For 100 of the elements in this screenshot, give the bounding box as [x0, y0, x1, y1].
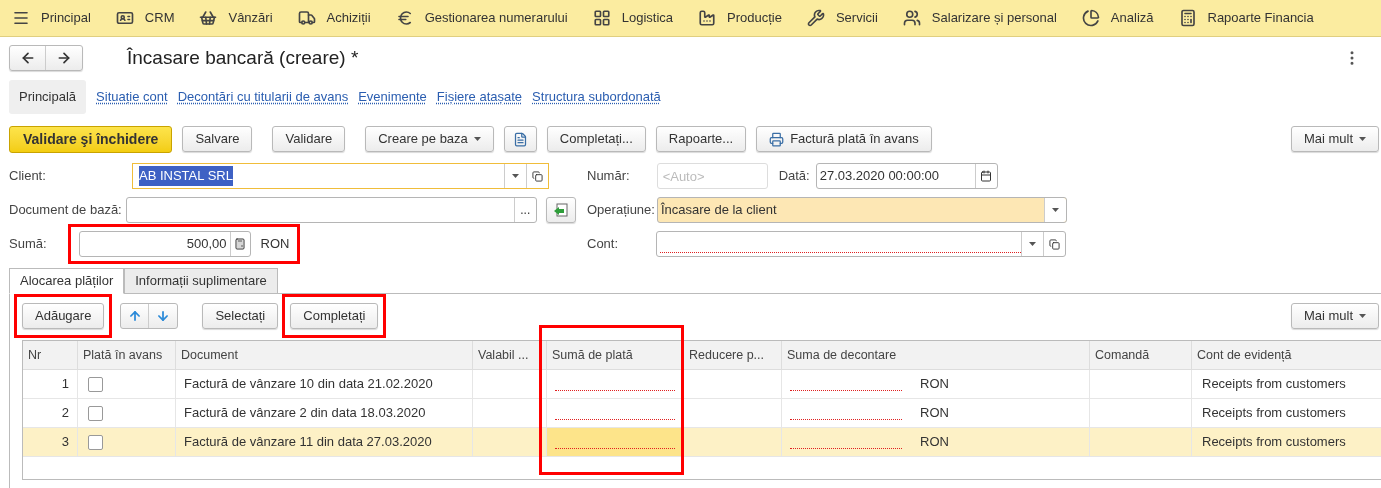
forward-arrow-icon — [56, 50, 72, 66]
section-link[interactable]: Fișiere atașate — [436, 87, 523, 107]
client-field[interactable]: AB INSTAL SRL — [132, 163, 549, 189]
field-value: 27.03.2020 00:00:00 — [819, 167, 939, 186]
dropdown-button[interactable]: Creare pe baza — [365, 126, 494, 152]
column-header[interactable]: Valabil ... — [473, 341, 547, 369]
printer-icon — [769, 131, 785, 147]
menu-item[interactable]: Principal — [12, 8, 91, 28]
table-cell-text: Factură de vânzare 2 din data 18.03.2020 — [184, 404, 426, 423]
id-card-icon — [115, 9, 134, 27]
menu-item[interactable]: Achiziții — [297, 8, 371, 28]
table-cell-text: RON — [920, 404, 949, 423]
calculator-icon — [234, 238, 247, 250]
more-button[interactable]: Mai mult — [1290, 303, 1379, 329]
table-cell-text: Receipts from customers — [1202, 375, 1346, 394]
column-header[interactable]: Reducere p... — [684, 341, 782, 369]
field-label: Sumă: — [9, 235, 47, 254]
pie-chart-icon — [1081, 9, 1100, 27]
currency-label: RON — [260, 235, 290, 254]
section-link[interactable]: Structura subordonată — [532, 87, 661, 107]
section-link[interactable]: Principală — [9, 80, 87, 114]
tab[interactable]: Informații suplimentare — [124, 268, 278, 294]
menu-item[interactable]: Analiză — [1081, 8, 1154, 28]
factory-icon — [698, 9, 716, 27]
field-label: Cont: — [587, 235, 619, 254]
section-link[interactable]: Evenimente — [358, 87, 427, 107]
more-button[interactable]: Mai mult — [1290, 126, 1379, 152]
caret-icon — [473, 137, 481, 141]
menu-item[interactable]: Logistica — [592, 8, 673, 28]
operation-field[interactable]: Încasare de la client — [656, 197, 1067, 223]
base-document-field[interactable]: ... — [125, 197, 537, 223]
table-row[interactable]: 1 Factură de vânzare 10 din data 21.02.2020 RON Receipts from customers — [23, 370, 1381, 399]
menu-item[interactable]: Salarizare și personal — [902, 8, 1057, 28]
field-value: AB INSTAL SRL — [139, 166, 233, 186]
table-cell-text: 3 — [61, 433, 69, 452]
fill-from-button[interactable] — [545, 197, 576, 223]
toolbar-button[interactable]: Selectați — [202, 303, 279, 329]
open-icon — [1049, 238, 1061, 250]
field-label: Document de bază: — [9, 201, 122, 220]
table-cell-text: RON — [920, 433, 949, 452]
toolbar-button[interactable]: Salvare — [182, 126, 253, 152]
document-button[interactable] — [503, 126, 537, 152]
document-icon — [512, 131, 528, 147]
caret-icon — [1029, 242, 1037, 246]
menu-item[interactable]: Servicii — [806, 8, 878, 28]
checkbox[interactable] — [88, 376, 103, 392]
toolbar-button[interactable]: Validare — [272, 126, 346, 152]
table-cell-text: 1 — [61, 375, 69, 394]
table-cell-text: RON — [920, 375, 949, 394]
checkbox[interactable] — [88, 405, 103, 421]
caret-icon — [1359, 314, 1366, 318]
menu-item[interactable]: CRM — [115, 8, 175, 28]
field-label: Operațiune: — [587, 201, 655, 220]
field-value: 500,00 — [186, 235, 227, 254]
caret-icon — [1359, 137, 1366, 141]
select-button[interactable]: ... — [513, 198, 536, 222]
table-cell-text: Receipts from customers — [1202, 404, 1346, 423]
column-header[interactable]: Cont de evidență — [1192, 341, 1381, 369]
caret-icon — [512, 174, 519, 178]
toolbar-button[interactable]: Completați... — [546, 126, 646, 152]
field-value: Încasare de la client — [660, 201, 777, 220]
table-row[interactable]: 3 Factură de vânzare 11 din data 27.03.2020 RON Receipts from customers — [23, 428, 1381, 457]
tools-icon — [806, 9, 825, 27]
toolbar-button[interactable]: Completați — [290, 303, 379, 329]
print-button[interactable]: Factură plată în avans — [756, 126, 932, 152]
menu-item[interactable]: Vânzări — [199, 8, 273, 28]
calendar-icon — [980, 170, 993, 182]
menu-item[interactable]: Gestionarea numerarului — [395, 8, 568, 28]
column-header[interactable]: Nr — [23, 341, 78, 369]
column-header[interactable]: Document — [176, 341, 473, 369]
toolbar-button[interactable]: Adăugare — [22, 303, 105, 329]
checkbox[interactable] — [88, 434, 103, 450]
section-link[interactable]: Decontări cu titularii de avans — [177, 87, 349, 107]
tab[interactable]: Alocarea plăților — [9, 268, 125, 294]
document-arrow-icon — [552, 202, 569, 218]
field-label: Client: — [9, 167, 46, 186]
menu-item[interactable]: Producție — [698, 8, 782, 28]
column-header[interactable]: Suma de decontare — [782, 341, 1090, 369]
table-row[interactable]: 2 Factură de vânzare 2 din data 18.03.2020 RON Receipts from customers — [23, 399, 1381, 428]
account-field[interactable] — [656, 231, 1067, 257]
basket-icon — [199, 9, 218, 27]
grid-icon — [592, 9, 611, 27]
window-title: Încasare bancară (creare) * — [127, 45, 359, 70]
field-label: Număr: — [587, 167, 630, 186]
menu-item[interactable]: Rapoarte Financia — [1178, 8, 1314, 28]
field-label: Dată: — [778, 167, 810, 186]
toolbar-button[interactable]: Rapoarte... — [655, 126, 747, 152]
open-icon — [532, 170, 543, 182]
section-link[interactable]: Situație cont — [96, 87, 168, 107]
number-field[interactable]: <Auto> — [656, 163, 768, 189]
menu-icon — [12, 9, 30, 27]
table-cell-text: Factură de vânzare 11 din data 27.03.2020 — [184, 433, 432, 452]
column-header[interactable]: Comandă — [1090, 341, 1192, 369]
date-field[interactable]: 27.03.2020 00:00:00 — [815, 163, 998, 189]
caret-icon — [1051, 208, 1059, 212]
table-cell-text: 2 — [61, 404, 69, 423]
column-header[interactable]: Plată în avans — [78, 341, 176, 369]
column-header[interactable]: Sumă de plată — [547, 341, 684, 369]
validate-close-button[interactable]: Validare şi închidere — [9, 125, 173, 153]
amount-field[interactable]: 500,00 — [78, 231, 251, 257]
